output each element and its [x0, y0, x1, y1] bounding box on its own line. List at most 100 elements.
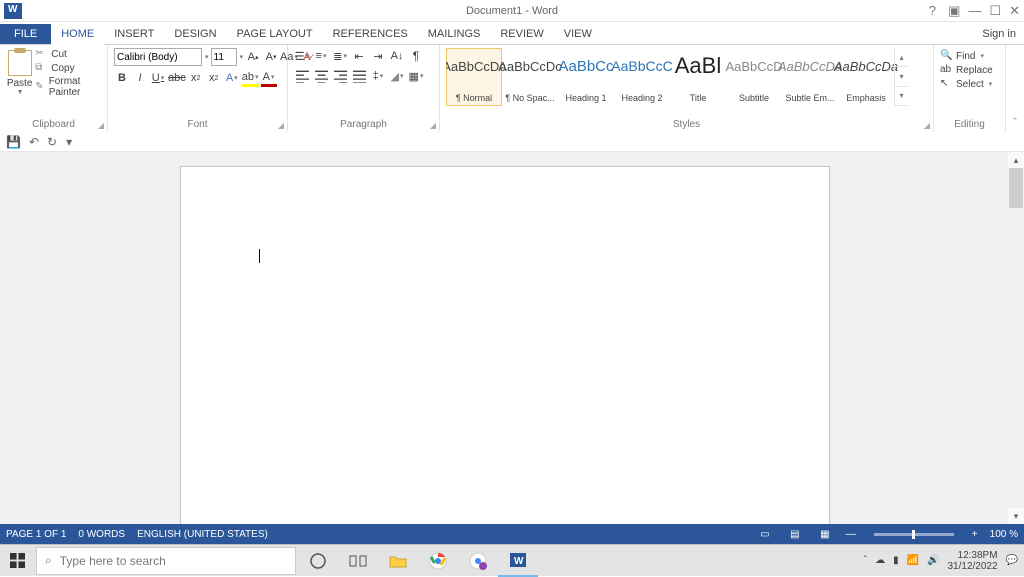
chrome-button[interactable]: [418, 545, 458, 577]
scroll-up-icon[interactable]: ▴: [895, 48, 908, 67]
style-subtitle[interactable]: AaBbCcDSubtitle: [726, 48, 782, 106]
sign-in-link[interactable]: Sign in: [974, 24, 1024, 44]
subscript-button[interactable]: x2: [188, 69, 204, 87]
decrease-indent-button[interactable]: ⇤: [351, 48, 367, 64]
copy-button[interactable]: ⧉Copy: [35, 62, 101, 74]
taskbar-search[interactable]: ⌕ Type here to search: [36, 547, 296, 575]
font-size-combo[interactable]: [211, 48, 237, 66]
shrink-font-button[interactable]: A▾: [263, 48, 279, 66]
clipboard-launcher-icon[interactable]: ◢: [98, 121, 104, 130]
tab-view[interactable]: VIEW: [554, 24, 602, 44]
web-layout-button[interactable]: ▦: [816, 527, 834, 541]
numbering-button[interactable]: ≡▾: [313, 48, 329, 64]
style-heading-2[interactable]: AaBbCcCHeading 2: [614, 48, 670, 106]
line-spacing-button[interactable]: ‡▾: [370, 68, 386, 84]
style-title[interactable]: AaBlTitle: [670, 48, 726, 106]
ribbon-display-icon[interactable]: ▣: [948, 3, 960, 19]
zoom-in-button[interactable]: +: [972, 529, 978, 540]
borders-button[interactable]: ▦▾: [408, 68, 424, 84]
maximize-icon[interactable]: ☐: [989, 3, 1001, 19]
chrome-profile-button[interactable]: [458, 545, 498, 577]
font-launcher-icon[interactable]: ◢: [278, 121, 284, 130]
justify-button[interactable]: [351, 68, 367, 84]
zoom-level[interactable]: 100 %: [990, 529, 1018, 540]
format-painter-button[interactable]: ✎Format Painter: [35, 76, 101, 98]
superscript-button[interactable]: x2: [206, 69, 222, 87]
tab-insert[interactable]: INSERT: [104, 24, 164, 44]
tab-review[interactable]: REVIEW: [490, 24, 553, 44]
multilevel-list-button[interactable]: ≣▾: [332, 48, 348, 64]
tab-file[interactable]: FILE: [0, 24, 51, 44]
style-subtle-em-[interactable]: AaBbCcDaSubtle Em...: [782, 48, 838, 106]
chevron-down-icon[interactable]: ▼: [17, 89, 24, 96]
qat-customize-icon[interactable]: ▾: [66, 135, 72, 149]
tab-page-layout[interactable]: PAGE LAYOUT: [227, 24, 323, 44]
style--no-spac-[interactable]: AaBbCcDc¶ No Spac...: [502, 48, 558, 106]
style-emphasis[interactable]: AaBbCcDaEmphasis: [838, 48, 894, 106]
strikethrough-button[interactable]: abc: [168, 69, 186, 87]
save-button[interactable]: 💾: [6, 135, 21, 149]
style--normal[interactable]: AaBbCcDc¶ Normal: [446, 48, 502, 106]
increase-indent-button[interactable]: ⇥: [370, 48, 386, 64]
scroll-up-icon[interactable]: ▴: [1008, 152, 1024, 168]
read-mode-button[interactable]: ▭: [756, 527, 774, 541]
volume-icon[interactable]: 🔊: [927, 555, 939, 566]
align-right-button[interactable]: [332, 68, 348, 84]
styles-launcher-icon[interactable]: ◢: [924, 121, 930, 130]
tray-clock[interactable]: 12:38PM 31/12/2022: [947, 550, 997, 572]
bullets-button[interactable]: ☰▾: [294, 48, 310, 64]
align-center-button[interactable]: [313, 68, 329, 84]
show-marks-button[interactable]: ¶: [408, 48, 424, 64]
battery-icon[interactable]: ▮: [893, 555, 899, 566]
find-button[interactable]: 🔍Find▾: [940, 50, 999, 62]
scroll-down-icon[interactable]: ▾: [895, 67, 908, 86]
chevron-down-icon[interactable]: ▾: [240, 53, 244, 61]
chevron-down-icon[interactable]: ▾: [205, 53, 209, 61]
collapse-ribbon-button[interactable]: ˆ: [1006, 45, 1024, 132]
undo-button[interactable]: ↶: [29, 135, 39, 149]
help-icon[interactable]: ?: [929, 3, 936, 18]
sort-button[interactable]: A↓: [389, 48, 405, 64]
cortana-button[interactable]: [298, 545, 338, 577]
italic-button[interactable]: I: [132, 69, 148, 87]
scrollbar-thumb[interactable]: [1009, 168, 1023, 208]
styles-more-icon[interactable]: ▾: [895, 87, 908, 106]
tab-mailings[interactable]: MAILINGS: [418, 24, 491, 44]
wifi-icon[interactable]: 📶: [907, 555, 919, 566]
word-taskbar-button[interactable]: W: [498, 545, 538, 577]
cut-button[interactable]: ✂Cut: [35, 48, 101, 60]
shading-button[interactable]: ◢▾: [389, 68, 405, 84]
document-page[interactable]: [180, 166, 830, 524]
tray-overflow-icon[interactable]: ˆ: [864, 555, 867, 566]
style-heading-1[interactable]: AaBbCcHeading 1: [558, 48, 614, 106]
vertical-scrollbar[interactable]: ▴ ▾: [1008, 152, 1024, 524]
onedrive-icon[interactable]: ☁: [875, 555, 885, 566]
paragraph-launcher-icon[interactable]: ◢: [430, 121, 436, 130]
notifications-icon[interactable]: 💬: [1006, 555, 1018, 566]
bold-button[interactable]: B: [114, 69, 130, 87]
font-color-button[interactable]: A▾: [261, 69, 277, 87]
close-icon[interactable]: ✕: [1009, 3, 1020, 19]
grow-font-button[interactable]: A▴: [245, 48, 261, 66]
zoom-slider[interactable]: [874, 533, 954, 536]
page-count[interactable]: PAGE 1 OF 1: [6, 529, 66, 540]
zoom-slider-thumb[interactable]: [912, 530, 915, 539]
highlight-button[interactable]: ab▾: [242, 69, 259, 87]
align-left-button[interactable]: [294, 68, 310, 84]
start-button[interactable]: [0, 545, 34, 577]
file-explorer-button[interactable]: [378, 545, 418, 577]
tab-home[interactable]: HOME: [51, 24, 104, 44]
tab-references[interactable]: REFERENCES: [323, 24, 418, 44]
redo-button[interactable]: ↻: [47, 135, 57, 149]
document-area[interactable]: ▴ ▾: [0, 152, 1024, 524]
print-layout-button[interactable]: ▤: [786, 527, 804, 541]
scroll-down-icon[interactable]: ▾: [1008, 508, 1024, 524]
select-button[interactable]: ↖Select▾: [940, 78, 999, 90]
paste-button[interactable]: Paste ▼: [6, 48, 33, 98]
language-status[interactable]: ENGLISH (UNITED STATES): [137, 529, 268, 540]
replace-button[interactable]: abReplace: [940, 64, 999, 76]
task-view-button[interactable]: [338, 545, 378, 577]
word-count[interactable]: 0 WORDS: [78, 529, 125, 540]
tab-design[interactable]: DESIGN: [164, 24, 226, 44]
styles-scroll[interactable]: ▴ ▾ ▾: [894, 48, 908, 106]
